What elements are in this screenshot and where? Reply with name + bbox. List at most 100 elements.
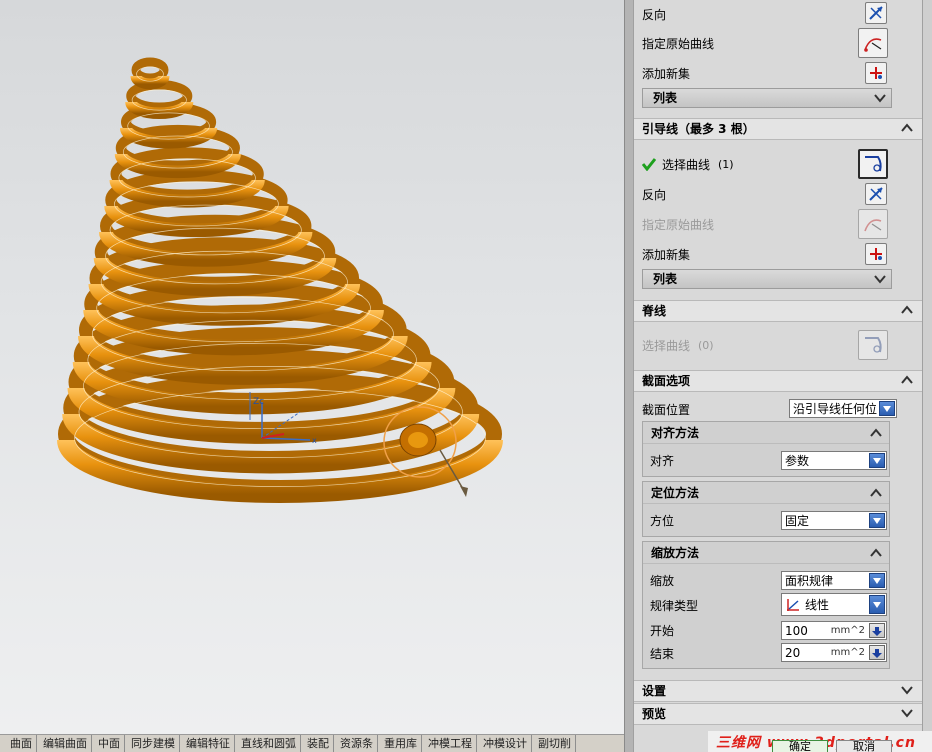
bottom-tab[interactable]: 编辑特征 [180,735,235,752]
bottom-tab[interactable]: 冲模设计 [477,735,532,752]
bottom-tab[interactable]: 编辑曲面 [37,735,92,752]
scale-method-header[interactable]: 缩放方法 [643,542,889,564]
end-value-field[interactable]: 20 mm^2 [781,643,887,662]
bottom-tab-bar: 曲面 编辑曲面 中面 同步建模 编辑特征 直线和圆弧 装配 资源条 重用库 冲模工程 冲模设计 副切削 [0,734,624,752]
guide-list-toggle[interactable]: 列表 [642,269,892,289]
spine-select-curve-row: 选择曲线 (0) [642,332,894,358]
align-method-header[interactable]: 对齐方法 [643,422,889,444]
sweep-dialog-panel: 反向 指定原始曲线 添加新集 列表 引导线（最多 3 根） 选择曲线 (1) 反… [624,0,932,752]
svg-text:x: x [312,436,317,445]
orientation-method-title: 定位方法 [651,486,700,500]
start-unit: mm^2 [830,625,865,636]
orientation-method-header[interactable]: 定位方法 [643,482,889,504]
graphics-viewport[interactable]: Zc x [0,0,624,734]
reverse-icon [869,6,883,20]
settings-title: 设置 [642,684,667,698]
end-menu-button[interactable] [869,645,885,660]
add-new-set-row-top: 添加新集 [642,60,894,86]
guide-select-curve-row[interactable]: 选择曲线 (1) [642,151,894,177]
orientation-select[interactable]: 固定 [781,511,887,530]
scale-value: 面积规律 [785,574,834,588]
bottom-tab[interactable]: 冲模工程 [422,735,477,752]
guide-select-curve-label: 选择曲线 [662,157,711,172]
spine-select-count: (0) [698,338,714,352]
scale-select[interactable]: 面积规律 [781,571,887,590]
ok-button[interactable]: 确定 [772,740,828,752]
scale-method-title: 缩放方法 [651,546,700,560]
dropdown-arrow-icon [869,513,885,528]
reverse-row-top: 反向 [642,1,894,27]
dropdown-arrow-icon [869,595,885,614]
align-select[interactable]: 参数 [781,451,887,470]
spine-select-curve-label: 选择曲线 [642,338,691,353]
bottom-tab[interactable]: 副切削 [532,735,576,752]
select-curve-icon [865,156,882,172]
arrow-down-icon [872,648,882,658]
reverse-direction-button[interactable] [865,2,887,24]
section-position-value: 沿引导线任何位 [793,402,878,416]
list-label: 列表 [653,91,678,105]
add-new-set-button[interactable] [865,62,887,84]
guide-reverse-label: 反向 [642,187,667,202]
guide-title: 引导线（最多 3 根） [642,122,755,136]
dropdown-arrow-icon [869,573,885,588]
spine-section-header[interactable]: 脊线 [634,300,922,322]
spring-coil [131,57,169,83]
law-type-value: 线性 [805,598,830,612]
add-new-set-label: 添加新集 [642,66,691,81]
bottom-tab[interactable]: 重用库 [378,735,422,752]
orientation-value: 固定 [785,514,810,528]
origin-curve-icon [864,38,882,52]
specify-origin-curve-button[interactable] [858,28,888,58]
guide-specify-origin-button [858,209,888,239]
dropdown-arrow-icon [879,401,895,416]
guide-select-count: (1) [718,157,734,171]
bottom-tab[interactable]: 资源条 [334,735,378,752]
start-value-field[interactable]: 100 mm^2 [781,621,887,640]
specify-origin-row-top: 指定原始曲线 [642,30,894,56]
ok-label: 确定 [789,740,811,752]
bottom-tab[interactable]: 直线和圆弧 [235,735,301,752]
guide-specify-origin-row: 指定原始曲线 [642,211,894,237]
dropdown-arrow-icon [869,453,885,468]
preview-title: 预览 [642,707,667,721]
dialog-content: 反向 指定原始曲线 添加新集 列表 引导线（最多 3 根） 选择曲线 (1) 反… [633,0,923,752]
guide-specify-origin-label: 指定原始曲线 [642,217,715,232]
chevron-down-icon [874,94,886,103]
panel-scrollbar[interactable] [923,0,932,752]
list-toggle-top[interactable]: 列表 [642,88,892,108]
chevron-up-icon [870,488,882,497]
bottom-tab[interactable]: 曲面 [0,735,37,752]
section-options-title: 截面选项 [642,374,691,388]
preview-section-header[interactable]: 预览 [634,703,922,725]
guide-reverse-button[interactable] [865,183,887,205]
section-position-select[interactable]: 沿引导线任何位 [789,399,897,418]
guide-select-curve-button[interactable] [858,149,888,179]
chevron-up-icon [901,305,913,314]
wcs-label: Zc [253,397,264,407]
guide-add-new-set-label: 添加新集 [642,247,691,262]
guide-add-new-set-button[interactable] [865,243,887,265]
settings-section-header[interactable]: 设置 [634,680,922,702]
cancel-button[interactable]: 取消 [836,740,892,752]
add-set-icon [870,67,882,79]
chevron-up-icon [870,428,882,437]
align-method-title: 对齐方法 [651,426,700,440]
bottom-tab[interactable]: 中面 [92,735,125,752]
add-set-icon [870,248,882,260]
checkmark-icon [642,158,656,171]
start-value: 100 [785,623,808,638]
spine-select-curve-button [858,330,888,360]
guide-reverse-row: 反向 [642,181,894,207]
bottom-tab[interactable]: 同步建模 [125,735,180,752]
chevron-up-icon [901,123,913,132]
align-value: 参数 [785,454,810,468]
guide-section-header[interactable]: 引导线（最多 3 根） [634,118,922,140]
start-menu-button[interactable] [869,623,885,638]
section-options-header[interactable]: 截面选项 [634,370,922,392]
law-type-select[interactable]: 线性 [781,593,887,616]
bottom-tab[interactable]: 装配 [301,735,334,752]
linear-law-icon [787,598,799,611]
end-value: 20 [785,645,801,660]
reverse-icon [869,187,883,201]
